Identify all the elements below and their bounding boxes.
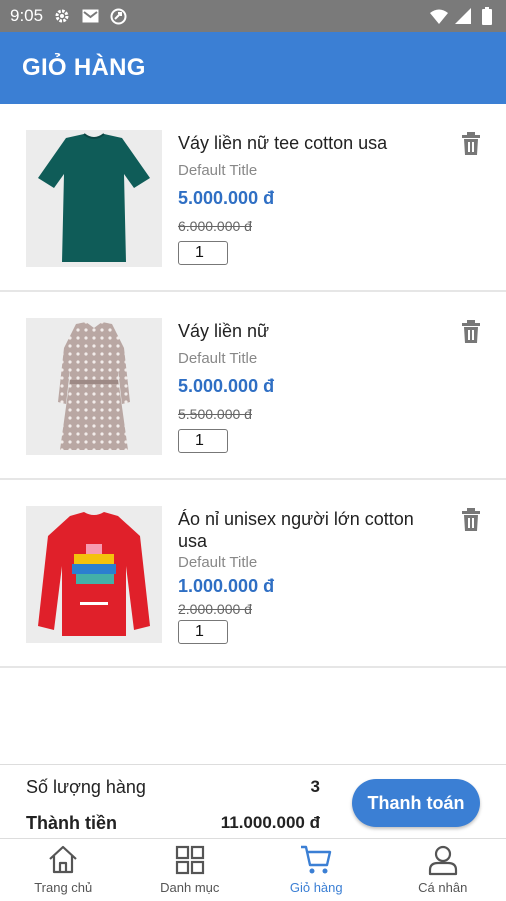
nav-item-categories[interactable]: Danh mục: [127, 839, 254, 901]
grid-icon: [173, 843, 207, 877]
status-bar: 9:05: [0, 0, 506, 32]
quantity-label: Số lượng hàng: [26, 777, 146, 798]
product-variant: Default Title: [178, 350, 257, 367]
trash-icon[interactable]: [460, 508, 482, 532]
page-title: GIỎ HÀNG: [22, 54, 146, 82]
trash-icon[interactable]: [460, 320, 482, 344]
product-variant: Default Title: [178, 554, 257, 571]
checkout-button[interactable]: Thanh toán: [352, 779, 480, 827]
nav-label: Trang chủ: [34, 880, 92, 895]
mail-icon: [81, 7, 99, 25]
app-bar: GIỎ HÀNG: [0, 32, 506, 104]
cart-item: Váy liền nữ Default Title 5.000.000 đ 5.…: [0, 294, 506, 480]
nav-label: Cá nhân: [418, 880, 467, 895]
bottom-nav: Trang chủ Danh mục Giỏ hàng Cá nhân: [0, 838, 506, 901]
product-image-teal-dress[interactable]: [26, 130, 162, 267]
cart-item: Váy liền nữ tee cotton usa Default Title…: [0, 106, 506, 292]
trash-icon[interactable]: [460, 132, 482, 156]
home-icon: [46, 843, 80, 877]
quantity-input[interactable]: 1: [178, 429, 228, 453]
total-label: Thành tiền: [26, 813, 117, 834]
user-icon: [426, 843, 460, 877]
product-name[interactable]: Váy liền nữ: [178, 320, 428, 342]
product-old-price: 6.000.000 đ: [178, 218, 252, 234]
product-price: 5.000.000 đ: [178, 376, 274, 397]
total-value: 11.000.000 đ: [221, 813, 320, 833]
quantity-input[interactable]: 1: [178, 241, 228, 265]
product-variant: Default Title: [178, 162, 257, 179]
signal-icon: [454, 7, 472, 25]
product-price: 1.000.000 đ: [178, 576, 274, 597]
gear-icon: [53, 7, 71, 25]
nav-label: Danh mục: [160, 880, 219, 895]
status-time: 9:05: [10, 6, 43, 26]
nav-item-profile[interactable]: Cá nhân: [380, 839, 506, 901]
nav-label: Giỏ hàng: [290, 880, 343, 895]
product-old-price: 2.000.000 đ: [178, 601, 252, 617]
cart-summary: Số lượng hàng 3 Thành tiền 11.000.000 đ …: [0, 764, 506, 839]
quantity-input[interactable]: 1: [178, 620, 228, 644]
wifi-icon: [430, 7, 448, 25]
product-old-price: 5.500.000 đ: [178, 406, 252, 422]
quantity-value: 3: [311, 777, 320, 797]
product-price: 5.000.000 đ: [178, 188, 274, 209]
cart-icon: [299, 843, 333, 877]
battery-icon: [478, 7, 496, 25]
product-name[interactable]: Áo nỉ unisex người lớn cotton usa: [178, 508, 428, 552]
nav-item-cart[interactable]: Giỏ hàng: [253, 839, 380, 901]
product-image-patterned-dress[interactable]: [26, 318, 162, 455]
product-name[interactable]: Váy liền nữ tee cotton usa: [178, 132, 428, 154]
sync-icon: [109, 7, 127, 25]
cart-item: Áo nỉ unisex người lớn cotton usa Defaul…: [0, 482, 506, 668]
nav-item-home[interactable]: Trang chủ: [0, 839, 127, 901]
product-image-red-sweatshirt[interactable]: [26, 506, 162, 643]
